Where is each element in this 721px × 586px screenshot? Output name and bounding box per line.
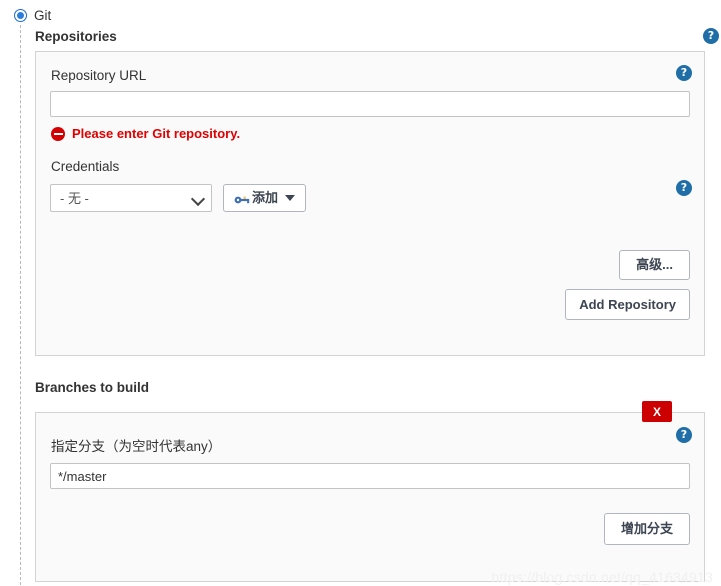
csdn-watermark: https://blog.csdn.net/qq_41634913 [491, 569, 713, 585]
repository-url-error: Please enter Git repository. [50, 117, 690, 141]
git-radio-label: Git [34, 7, 52, 23]
repository-url-input[interactable] [50, 91, 690, 117]
key-icon [234, 193, 250, 204]
repository-url-help-icon[interactable]: ? [676, 65, 692, 81]
delete-branch-button[interactable]: X [642, 401, 672, 422]
credentials-label: Credentials [51, 159, 120, 174]
caret-down-icon [285, 195, 296, 201]
add-branch-button[interactable]: 增加分支 [603, 513, 690, 545]
add-repository-button[interactable]: Add Repository [565, 288, 690, 321]
error-circle-icon [51, 126, 65, 141]
repositories-help-icon[interactable]: ? [703, 28, 719, 44]
repositories-section-header: Repositories ? [35, 25, 721, 51]
scm-option-git[interactable]: Git [0, 0, 721, 25]
scm-config-body: Repositories ? ? Repository URL Please e… [20, 25, 721, 585]
add-credentials-label: 添加 [252, 190, 279, 206]
add-branch-button-row: 增加分支 [50, 489, 690, 545]
credentials-help-icon[interactable]: ? [676, 180, 692, 196]
advanced-button-row: 高级... [50, 212, 690, 280]
branch-specifier-input[interactable] [50, 463, 690, 489]
git-radio-button[interactable] [14, 8, 27, 22]
advanced-button[interactable]: 高级... [619, 250, 690, 280]
credentials-select[interactable]: - 无 - [50, 184, 212, 212]
repositories-panel: ? Repository URL Please enter Git reposi… [35, 51, 705, 356]
branch-specifier-help-icon[interactable]: ? [676, 427, 692, 443]
add-repository-button-row: Add Repository [50, 280, 690, 321]
branches-section-header: Branches to build [35, 356, 721, 402]
add-credentials-button[interactable]: 添加 [223, 184, 307, 212]
credentials-row: - 无 - 添加 [50, 182, 690, 212]
credentials-select-wrapper: - 无 - [50, 184, 212, 212]
repositories-title: Repositories [35, 29, 117, 44]
repository-url-error-text: Please enter Git repository. [72, 126, 241, 141]
repository-url-label: Repository URL [51, 68, 147, 83]
branch-specifier-label: 指定分支（为空时代表any） [51, 439, 222, 454]
branches-title: Branches to build [35, 380, 150, 395]
branches-panel: X ? 指定分支（为空时代表any） 增加分支 [35, 401, 705, 582]
